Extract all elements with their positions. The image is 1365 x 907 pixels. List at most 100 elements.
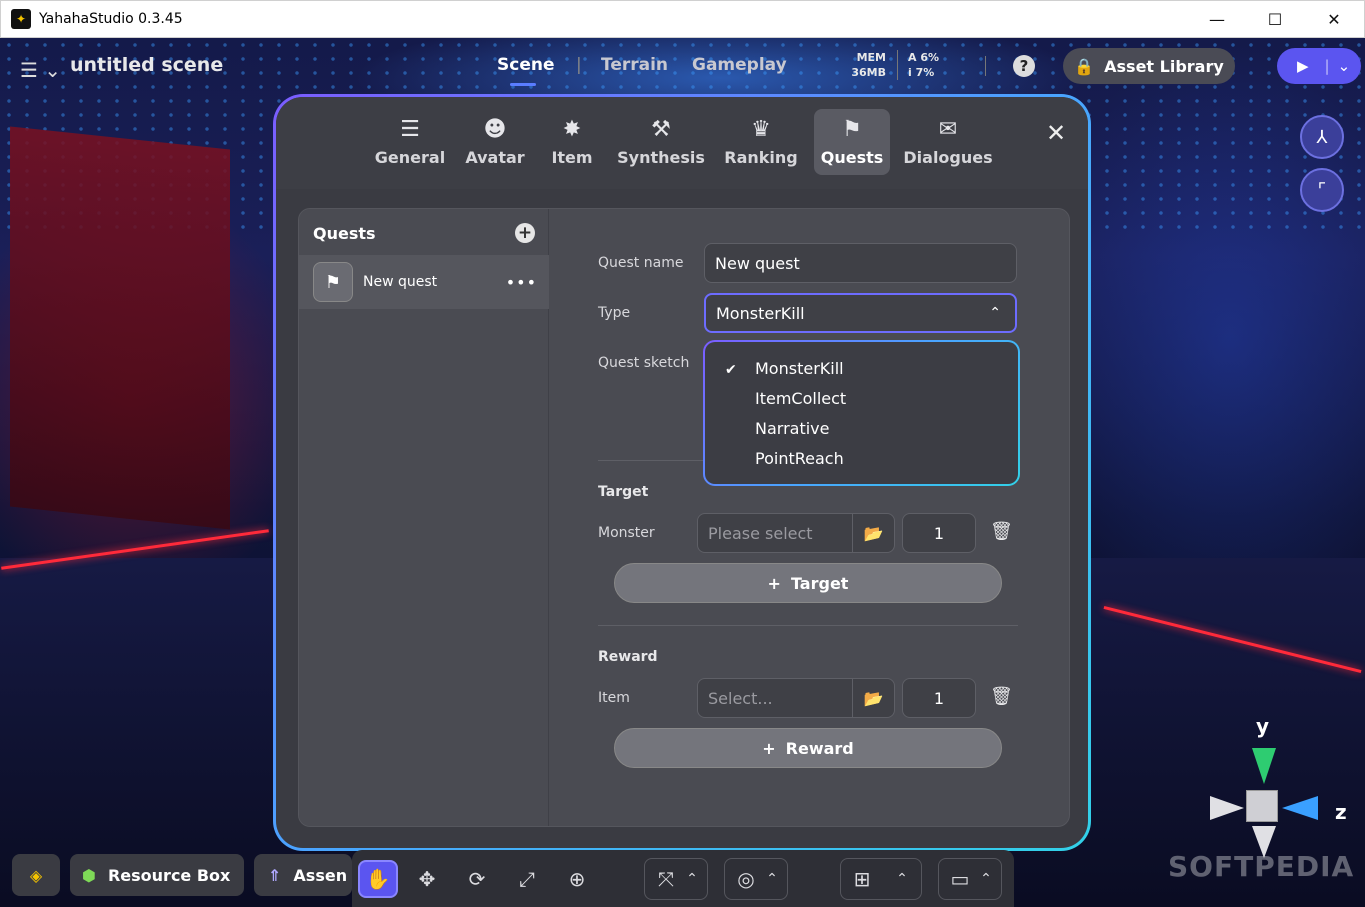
quests-list: Quests + ⚑ New quest ••• (299, 209, 549, 826)
cube-icon: ⬢ (82, 865, 96, 885)
folder-icon[interactable]: 📂 (852, 679, 894, 717)
divider: | (1324, 57, 1330, 75)
gizmo-z-arrow[interactable] (1282, 796, 1318, 820)
chevron-up-icon[interactable]: ⌃ (680, 860, 704, 898)
folder-icon[interactable]: 📂 (852, 514, 894, 552)
tab-quests[interactable]: ⚑ Quests (814, 109, 890, 175)
close-window-button[interactable]: ✕ (1305, 0, 1363, 38)
gizmo-y-arrow[interactable] (1252, 748, 1276, 784)
sliders-icon: ☰ (400, 116, 420, 142)
scale-tool-icon[interactable]: ⤢ (507, 860, 547, 898)
move-tool-icon[interactable]: ✥ (407, 860, 447, 898)
item-icon: ✸ (562, 116, 582, 142)
minimize-button[interactable]: — (1188, 0, 1246, 38)
gizmo-cube[interactable] (1246, 790, 1278, 822)
gizmo-y-label: y (1256, 714, 1270, 738)
nav-active-indicator (510, 83, 536, 86)
help-icon[interactable]: ? (1013, 55, 1035, 77)
axis-view-icon[interactable]: ⅄ (1300, 115, 1344, 159)
tab-ranking[interactable]: ♛ Ranking (724, 109, 798, 175)
hammer-icon: ⚒ (651, 116, 671, 142)
option-monsterkill[interactable]: MonsterKill (755, 359, 844, 378)
type-label: Type (598, 305, 631, 321)
list-item[interactable]: ⚑ New quest ••• (299, 255, 549, 309)
tab-avatar[interactable]: ☻ Avatar (462, 109, 528, 175)
plus-icon: + (767, 573, 781, 593)
close-icon[interactable]: ✕ (1046, 119, 1066, 147)
modal-tabs: ☰ General ☻ Avatar ✸ Item ⚒ Synthesis ♛ Ranki… (276, 97, 1088, 189)
tab-general[interactable]: ☰ General (374, 109, 446, 175)
chevron-up-icon: ⌃ (989, 305, 1001, 321)
trash-icon[interactable]: 🗑 (990, 686, 1013, 707)
nav-gameplay[interactable]: Gameplay (692, 55, 787, 75)
dropdown-body: ✔ MonsterKill ItemCollect Narrative Poin… (705, 342, 1018, 484)
section-divider (598, 625, 1018, 626)
rotate-tool-icon[interactable]: ⟳ (457, 860, 497, 898)
chevron-up-icon[interactable]: ⌃ (974, 860, 998, 898)
maximize-button[interactable]: ☐ (1246, 0, 1304, 38)
hand-tool-icon[interactable]: ✋ (358, 860, 398, 898)
check-icon: ✔ (725, 362, 737, 378)
stat-divider (897, 50, 898, 80)
resource-box-button[interactable]: ⬢ Resource Box (70, 854, 244, 896)
app-logo-icon: ✦ (11, 9, 31, 29)
trophy-icon: ♛ (751, 116, 771, 142)
option-pointreach[interactable]: PointReach (755, 449, 844, 468)
hamburger-menu-icon[interactable]: ☰ ⌄ (20, 58, 61, 82)
lock-icon: 🔒 (1074, 56, 1095, 76)
chevron-up-icon[interactable]: ⌃ (760, 860, 784, 898)
window-title: YahahaStudio 0.3.45 (39, 11, 183, 27)
softpedia-watermark: SOFTPEDIA (1168, 850, 1355, 883)
perf-stat: A 6% i 7% (908, 51, 940, 79)
window-title-bar: ✦ YahahaStudio 0.3.45 (0, 0, 1365, 38)
monster-label: Monster (598, 525, 655, 541)
tab-dialogues[interactable]: ✉ Dialogues (903, 109, 992, 175)
nav-scene[interactable]: Scene (497, 55, 554, 75)
flag-icon: ⚑ (842, 116, 862, 142)
item-label: Item (598, 690, 630, 706)
rocket-icon: ⇑ (268, 865, 282, 885)
chevron-up-icon[interactable]: ⌃ (888, 860, 916, 898)
more-options-icon[interactable]: ••• (506, 273, 537, 292)
quest-sketch-label: Quest sketch (598, 355, 690, 371)
option-itemcollect[interactable]: ItemCollect (755, 389, 846, 408)
play-button[interactable]: ▶ | ⌄ (1277, 48, 1361, 84)
avatar-icon: ☻ (483, 116, 507, 142)
tab-synthesis[interactable]: ⚒ Synthesis (616, 109, 706, 175)
item-count-input[interactable]: 1 (902, 678, 976, 718)
focus-icon[interactable]: ⌜ (1300, 168, 1344, 212)
transform-tool-icon[interactable]: ⊕ (557, 860, 597, 898)
assets-button[interactable]: ⇑ Assen (254, 854, 352, 896)
asset-library-button[interactable]: 🔒 Asset Library (1063, 48, 1235, 84)
plus-icon: + (762, 738, 776, 758)
quest-name-input[interactable]: New quest (704, 243, 1017, 283)
add-reward-button[interactable]: + Reward (614, 728, 1002, 768)
reward-section-title: Reward (598, 649, 658, 665)
gizmo-z-label: z (1335, 800, 1347, 824)
nav-terrain[interactable]: Terrain (601, 55, 668, 75)
add-quest-icon[interactable]: + (515, 223, 535, 243)
add-target-button[interactable]: + Target (614, 563, 1002, 603)
type-dropdown-menu: ✔ MonsterKill ItemCollect Narrative Poin… (703, 340, 1020, 486)
nav-separator: | (576, 55, 582, 75)
gizmo-x-arrow[interactable] (1210, 796, 1244, 820)
layers-icon[interactable]: ◈ (12, 854, 60, 896)
chevron-down-icon[interactable]: ⌄ (1338, 57, 1351, 75)
quests-list-header: Quests (313, 224, 376, 243)
toolbar-divider (985, 56, 986, 76)
target-section-title: Target (598, 484, 649, 500)
grid-icon[interactable]: ⊞ (842, 860, 882, 898)
quest-name-label: New quest (363, 274, 438, 290)
scene-title: untitled scene (70, 54, 224, 76)
type-select[interactable]: MonsterKill ⌃ (704, 293, 1017, 333)
option-narrative[interactable]: Narrative (755, 419, 829, 438)
chat-icon: ✉ (938, 116, 958, 142)
mem-stat: MEM 36MB (851, 51, 886, 79)
tab-item[interactable]: ✸ Item (544, 109, 600, 175)
play-icon: ▶ (1297, 57, 1309, 75)
trash-icon[interactable]: 🗑 (990, 521, 1013, 542)
item-select[interactable]: Select... 📂 (697, 678, 895, 718)
monster-count-input[interactable]: 1 (902, 513, 976, 553)
monster-select[interactable]: Please select 📂 (697, 513, 895, 553)
quest-name-label: Quest name (598, 255, 684, 271)
